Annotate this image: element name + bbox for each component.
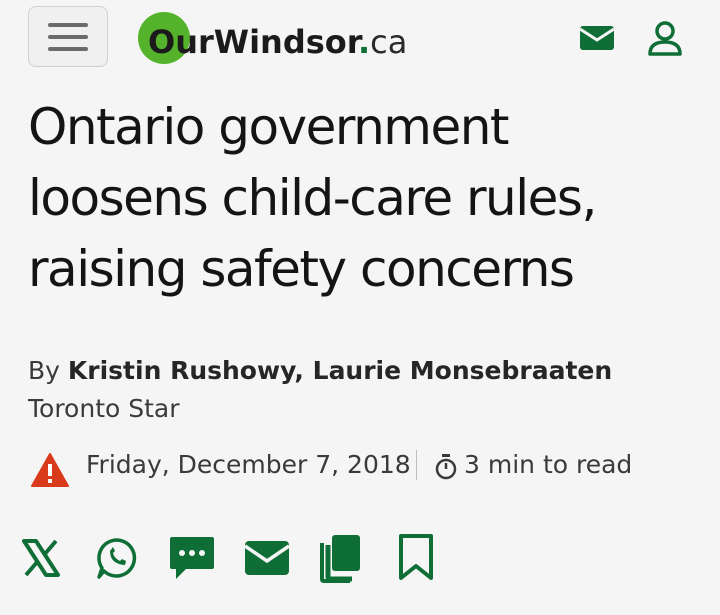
logo-text: OurWindsor.ca <box>148 23 408 61</box>
publish-date: Friday, December 7, 2018 <box>86 450 411 479</box>
whatsapp-icon[interactable] <box>95 533 139 583</box>
email-icon[interactable] <box>243 533 291 583</box>
x-icon[interactable] <box>20 533 62 583</box>
warning-icon <box>30 452 70 488</box>
envelope-icon[interactable] <box>577 18 617 58</box>
user-icon[interactable] <box>645 18 685 58</box>
hamburger-icon <box>48 22 88 27</box>
menu-button[interactable] <box>28 6 108 67</box>
stopwatch-icon <box>434 454 458 480</box>
divider <box>416 450 417 480</box>
copy-icon[interactable] <box>320 533 362 583</box>
bookmark-icon[interactable] <box>397 533 435 583</box>
article-meta: Friday, December 7, 2018 3 min to read <box>30 446 690 488</box>
article-headline: Ontario government loosens child-care ru… <box>28 98 597 298</box>
read-time: 3 min to read <box>464 450 633 479</box>
sms-icon[interactable] <box>168 533 216 583</box>
byline: By Kristin Rushowy, Laurie Monsebraaten … <box>28 356 613 423</box>
source-name: Toronto Star <box>28 394 180 423</box>
site-logo[interactable]: OurWindsor.ca <box>136 12 408 68</box>
author-names[interactable]: Kristin Rushowy, Laurie Monsebraaten <box>68 356 612 385</box>
